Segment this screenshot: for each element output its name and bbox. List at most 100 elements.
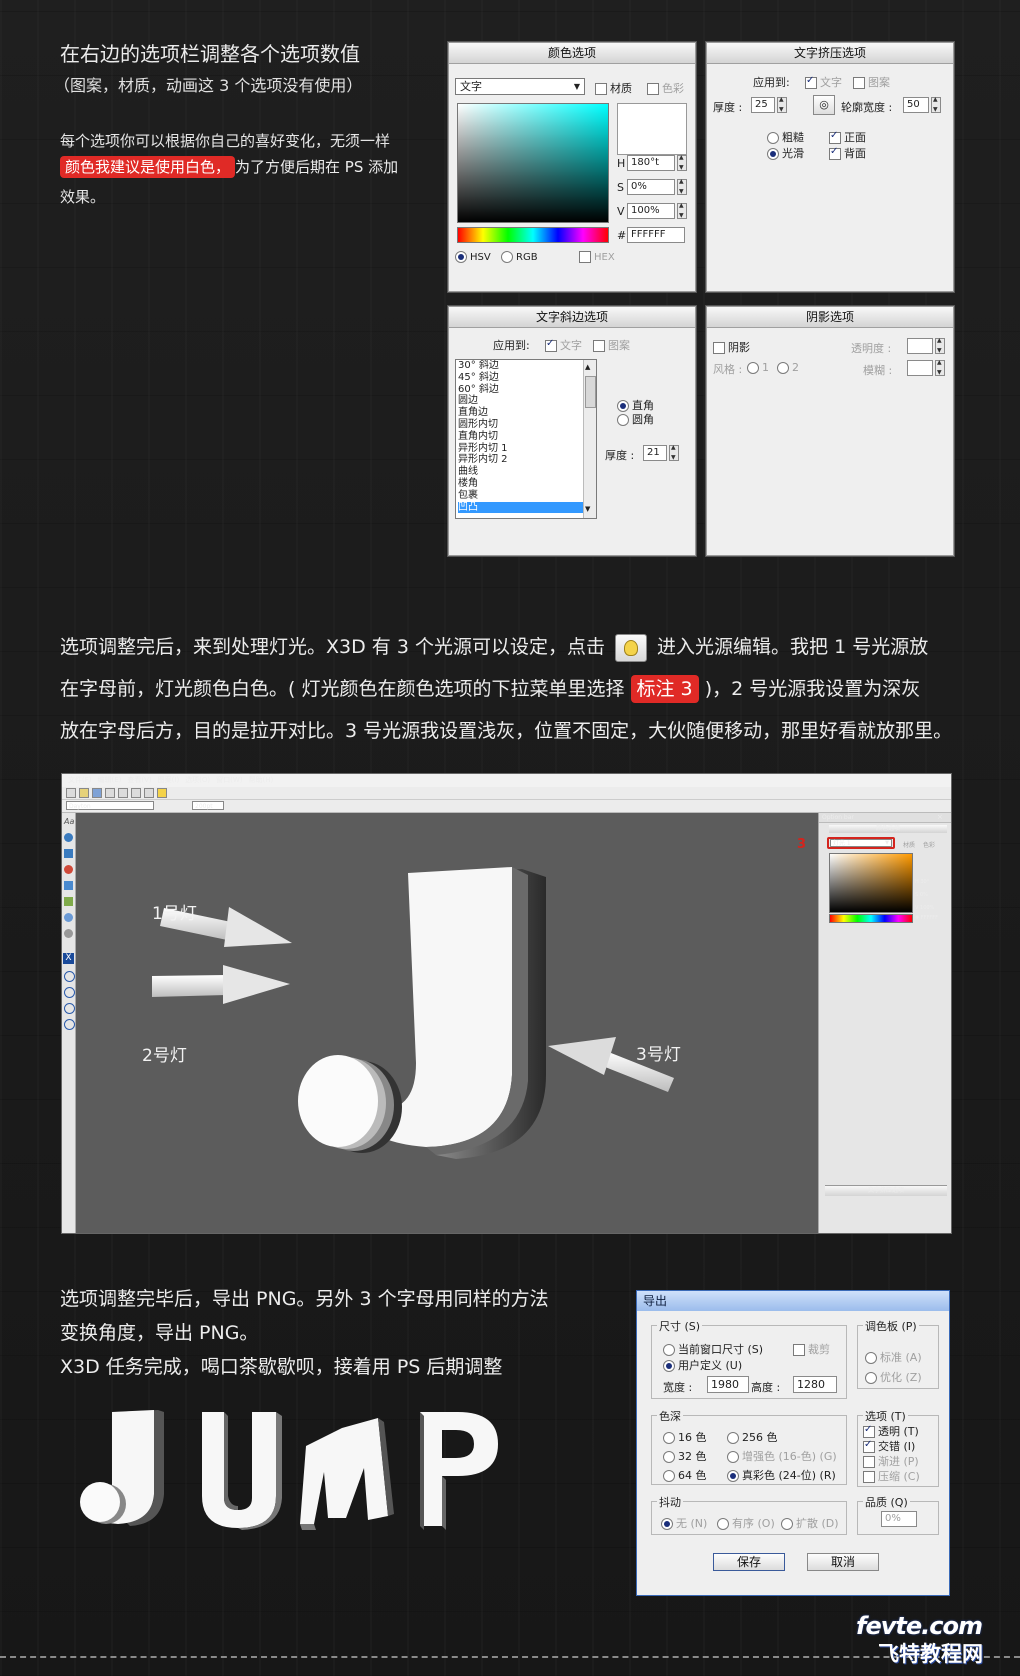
bevel-apply-pattern-checkbox[interactable]: 图案 [593,337,630,353]
menu-item[interactable]: 查看(V) [127,776,151,784]
mini-color-field[interactable] [829,853,913,913]
outline-shape-icon[interactable]: ◎ [813,95,835,115]
material-checkbox[interactable]: 材质 [595,80,632,96]
hex-checkbox[interactable]: HEX [579,251,615,263]
bevel-apply-text-checkbox[interactable]: 文字 [545,337,582,353]
bevel-list-item[interactable]: 楼角 [458,478,596,490]
menu-item[interactable]: 选项(O) [185,776,210,784]
text-tool-icon[interactable]: Aa [64,817,74,826]
bevel-list-item[interactable]: 凹凸 [458,501,596,514]
bevel-list-scrollbar[interactable]: ▲ ▼ [583,360,596,518]
bevel-list-item[interactable]: 直角内切 [458,431,596,443]
cube-tool-icon[interactable] [64,881,73,890]
menu-item[interactable]: 文件(F) [68,776,92,784]
palette-standard-radio[interactable]: 标准 (A) [865,1349,922,1365]
current-window-radio[interactable]: 当前窗口尺寸 (S) [663,1341,763,1357]
size-select[interactable]: 200pt [192,801,224,810]
progressive-checkbox[interactable]: 渐进 (P) [863,1453,919,1469]
mini-hue-slider[interactable] [829,914,913,923]
color-picker-field[interactable] [457,103,609,223]
bevel-list-item[interactable]: 圆形内切 [458,419,596,431]
dither-diffuse-radio[interactable]: 扩散 (D) [781,1515,839,1531]
cone-tool-icon[interactable] [64,929,73,938]
menu-item[interactable]: 帮助(H) [249,776,274,784]
bevel-list-item[interactable]: 圆边 [458,395,596,407]
menu-item[interactable]: 图案(I) [158,776,180,784]
spin-tool-icon[interactable] [64,987,75,998]
extrude-apply-pattern-checkbox[interactable]: 图案 [853,74,890,90]
close-icon[interactable]: × [937,813,943,821]
light-select-dropdown[interactable]: 灯光 1 ▼ [830,839,892,847]
bevel-style-list[interactable]: 30° 斜边 45° 斜边 60° 斜边 圆边 直角边 圆形内切 直角内切 异形内切 1 异形内… [455,359,597,519]
ring-tool-icon[interactable] [64,913,73,922]
bevel-list-item[interactable]: 异形内切 1 [458,443,596,455]
outline-width-spinner[interactable] [931,96,941,113]
globe-tool-icon[interactable] [64,833,73,842]
color-enhanced-radio[interactable]: 增强色 (16-色) (G) [727,1448,837,1464]
light-editor-icon[interactable] [157,788,167,798]
h-spinner[interactable] [677,154,687,171]
true-color-radio[interactable]: 真彩色 (24-位) (R) [727,1467,836,1483]
color-256-radio[interactable]: 256 色 [727,1429,778,1445]
shadow-checkbox[interactable]: 阴影 [713,339,750,355]
palette-optimized-radio[interactable]: 优化 (Z) [865,1369,922,1385]
bevel-thickness-spinner[interactable] [669,444,679,461]
outline-width-input[interactable]: 50 [903,97,929,113]
color-target-dropdown[interactable]: 文字 ▼ [455,78,585,95]
rough-radio[interactable]: 粗糙 [767,129,804,145]
width-input[interactable]: 1980 [707,1376,749,1393]
save-button[interactable]: 保存 [713,1553,785,1571]
bevel-list-item[interactable]: 异形内切 2 [458,454,596,466]
back-checkbox[interactable]: 背面 [829,145,866,161]
height-input[interactable]: 1280 [793,1376,837,1393]
s-input[interactable]: 0% [627,179,675,195]
cancel-button[interactable]: 取消 [807,1553,879,1571]
mini-material-checkbox[interactable]: 材质 [903,840,915,849]
bevel-list-item[interactable]: 30° 斜边 [458,360,596,372]
percent-value[interactable]: 80% [322,800,335,812]
shape-tool-icon[interactable] [64,849,73,858]
transparent-checkbox[interactable]: 透明 (T) [863,1423,919,1439]
shadow-blur-spinner[interactable] [935,359,945,376]
shadow-opacity-input[interactable] [907,338,933,354]
bevel-thickness-input[interactable]: 21 [643,445,667,461]
extrude-thickness-spinner[interactable] [777,96,787,113]
pattern-checkbox[interactable]: 色彩 [647,80,684,96]
color-64-radio[interactable]: 64 色 [663,1467,707,1483]
zoom-value[interactable]: 100% [232,800,249,812]
s-spinner[interactable] [677,178,687,195]
bevel-list-item[interactable]: 包裹 [458,490,596,502]
interlace-checkbox[interactable]: 交错 (I) [863,1438,915,1454]
bevel-list-item[interactable]: 60° 斜边 [458,384,596,396]
hsv-radio[interactable]: HSV [455,251,491,263]
rgb-radio[interactable]: RGB [501,251,538,263]
bevel-list-item[interactable]: 45° 斜边 [458,372,596,384]
shadow-style-2-radio[interactable]: 2 [777,361,799,374]
extrude-apply-text-checkbox[interactable]: 文字 [805,74,842,90]
bevel-list-item[interactable]: 直角边 [458,407,596,419]
lightbulb-icon[interactable] [615,633,647,662]
font-select[interactable]: Dayton [66,801,154,810]
crop-checkbox[interactable]: 裁剪 [793,1341,830,1357]
user-defined-radio[interactable]: 用户定义 (U) [663,1357,742,1373]
tree-tool-icon[interactable] [64,897,73,906]
hue-slider[interactable] [457,227,609,243]
bold-icon[interactable]: B [158,800,164,812]
h-input[interactable]: 180°t [627,155,675,171]
shadow-opacity-spinner[interactable] [935,337,945,354]
dither-ordered-radio[interactable]: 有序 (O) [717,1515,775,1531]
mini-color-checkbox[interactable]: 色彩 [923,840,935,849]
color-16-radio[interactable]: 16 色 [663,1429,707,1445]
menu-item[interactable]: 窗口(W) [216,776,242,784]
color-32-radio[interactable]: 32 色 [663,1448,707,1464]
x-tool-icon[interactable]: X [63,953,74,964]
hex-input[interactable]: FFFFFF [627,227,685,243]
front-checkbox[interactable]: 正面 [829,129,866,145]
shadow-style-1-radio[interactable]: 1 [747,361,769,374]
italic-icon[interactable]: I [168,800,170,812]
round-corner-radio[interactable]: 圆角 [617,411,654,427]
v-input[interactable]: 100% [627,203,675,219]
dither-none-radio[interactable]: 无 (N) [661,1515,707,1531]
3d-canvas[interactable]: 1号灯 2号灯 3号灯 [76,813,818,1233]
shadow-blur-input[interactable] [907,360,933,376]
